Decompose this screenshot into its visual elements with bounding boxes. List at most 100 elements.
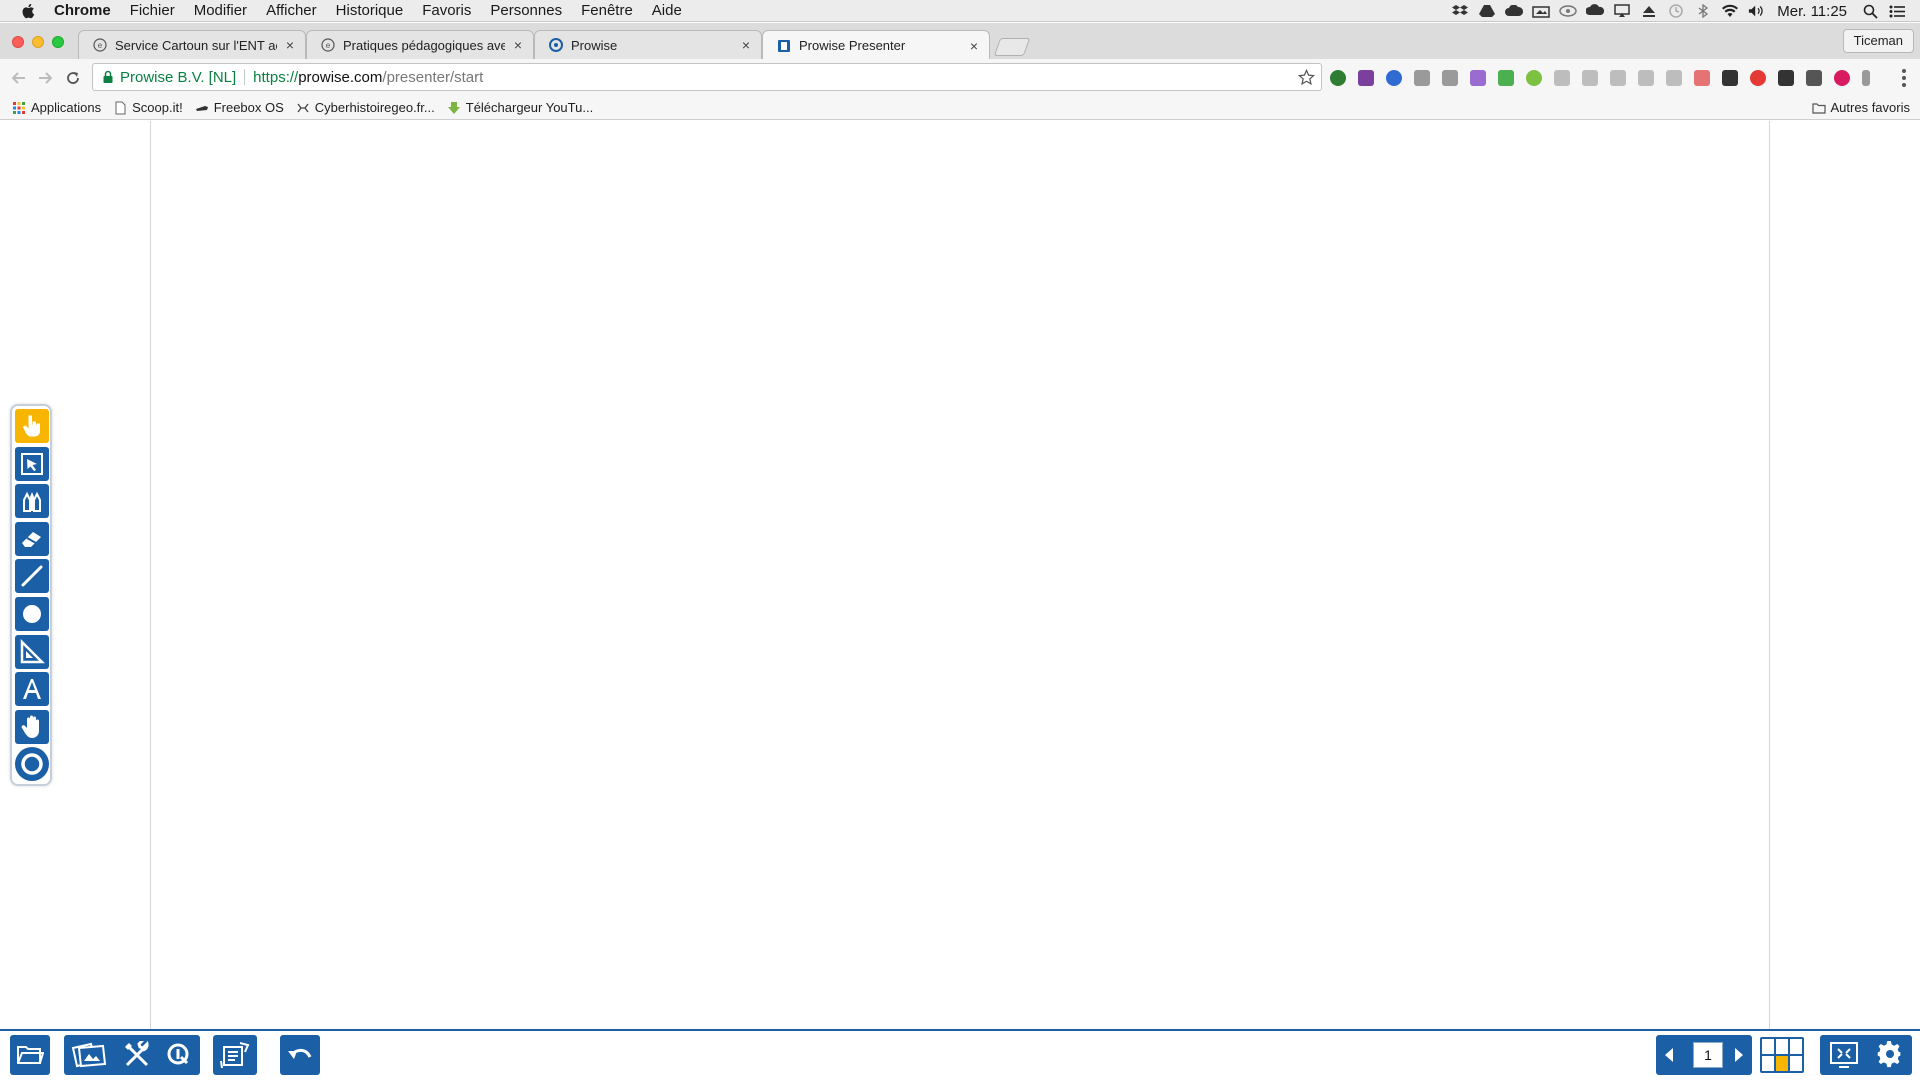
tab-close-icon[interactable]: × <box>511 38 525 52</box>
time-machine-icon[interactable] <box>1667 4 1685 18</box>
ext-evernote-icon[interactable] <box>1498 70 1514 86</box>
window-minimize-button[interactable] <box>32 36 44 48</box>
tab-prowise[interactable]: Prowise × <box>534 30 762 59</box>
folder-icon <box>1811 102 1826 114</box>
fullscreen-icon[interactable] <box>1829 1041 1859 1069</box>
menu-favoris[interactable]: Favoris <box>422 2 471 19</box>
menu-fichier[interactable]: Fichier <box>130 2 175 19</box>
menu-modifier[interactable]: Modifier <box>194 2 247 19</box>
wifi-icon[interactable] <box>1721 4 1739 18</box>
bookmark-star-icon[interactable] <box>1298 69 1315 86</box>
ext-grey-4-icon[interactable] <box>1638 70 1654 86</box>
ext-camera-icon[interactable] <box>1442 70 1458 86</box>
tools-wrench-icon[interactable] <box>123 1041 151 1069</box>
settings-gear-icon[interactable] <box>1876 1041 1904 1069</box>
pan-hand-tool[interactable] <box>15 709 49 744</box>
pens-tool[interactable] <box>15 484 49 519</box>
tab-pratiques-pedagogiques[interactable]: e Pratiques pédagogiques avec l × <box>306 30 534 59</box>
folder-open-icon <box>17 1046 44 1064</box>
line-tool[interactable] <box>15 559 49 594</box>
search-zoom-icon[interactable] <box>165 1041 193 1069</box>
ext-opera-icon[interactable] <box>1750 70 1766 86</box>
menu-personnes[interactable]: Personnes <box>490 2 562 19</box>
ext-grey-3-icon[interactable] <box>1582 70 1598 86</box>
address-bar[interactable]: Prowise B.V. [NL] https://prowise.com/pr… <box>92 63 1322 91</box>
creative-cloud-icon[interactable] <box>1559 4 1577 18</box>
bookmark-label: Téléchargeur YouTu... <box>465 100 594 115</box>
screenshot-icon[interactable] <box>1532 4 1550 18</box>
ext-k-icon[interactable] <box>1386 70 1402 86</box>
menu-fenetre[interactable]: Fenêtre <box>581 2 633 19</box>
ext-grey-2-icon[interactable] <box>1554 70 1570 86</box>
spotlight-icon[interactable] <box>1861 4 1879 19</box>
cloud-icon[interactable] <box>1505 4 1524 18</box>
chrome-menu-icon[interactable] <box>1902 69 1906 87</box>
line-icon <box>21 565 43 587</box>
back-arrow-icon[interactable] <box>8 67 30 89</box>
menu-app-name[interactable]: Chrome <box>54 2 111 19</box>
menu-afficher[interactable]: Afficher <box>266 2 317 19</box>
bookmark-scoopit[interactable]: Scoop.it! <box>113 100 183 115</box>
ruler-tool[interactable] <box>15 634 49 669</box>
forward-arrow-icon[interactable] <box>34 67 56 89</box>
window-zoom-button[interactable] <box>52 36 64 48</box>
notification-center-icon[interactable] <box>1888 4 1906 18</box>
ext-green-icon[interactable] <box>1330 70 1346 86</box>
menu-clock[interactable]: Mer. 11:25 <box>1777 3 1847 20</box>
ext-grey-1-icon[interactable] <box>1414 70 1430 86</box>
bookmark-telechargeur[interactable]: Téléchargeur YouTu... <box>447 100 593 115</box>
bookmark-cyberhistoiregeo[interactable]: Cyberhistoiregeo.fr... <box>296 100 435 115</box>
whiteboard-canvas[interactable] <box>150 121 1770 1029</box>
volume-icon[interactable] <box>1748 4 1766 18</box>
dropbox-icon[interactable] <box>1451 4 1469 18</box>
bluetooth-icon[interactable] <box>1694 4 1712 18</box>
page-number-field[interactable]: 1 <box>1693 1042 1723 1068</box>
profile-button[interactable]: Ticeman <box>1842 29 1914 53</box>
eject-icon[interactable] <box>1640 4 1658 18</box>
ext-qr-1-icon[interactable] <box>1722 70 1738 86</box>
text-tool[interactable] <box>15 672 49 707</box>
drive-icon[interactable] <box>1478 4 1496 18</box>
ext-pocket-icon[interactable] <box>1834 70 1850 86</box>
ext-qr-2-icon[interactable] <box>1778 70 1794 86</box>
ext-link-icon[interactable] <box>1694 70 1710 86</box>
bookmark-applications[interactable]: Applications <box>12 100 101 115</box>
media-library-icon[interactable] <box>71 1042 109 1068</box>
omnibox-divider <box>244 69 246 85</box>
tab-close-icon[interactable]: × <box>967 39 981 53</box>
tab-prowise-presenter[interactable]: Prowise Presenter × <box>762 30 990 60</box>
menu-aide[interactable]: Aide <box>652 2 682 19</box>
page-overview-grid[interactable] <box>1760 1037 1804 1073</box>
window-close-button[interactable] <box>12 36 24 48</box>
open-file-button[interactable] <box>10 1035 50 1075</box>
tab-close-icon[interactable]: × <box>283 38 297 52</box>
eraser-tool[interactable] <box>15 521 49 556</box>
other-bookmarks[interactable]: Autres favoris <box>1811 100 1910 115</box>
previous-page-icon[interactable] <box>1662 1046 1676 1064</box>
select-tool[interactable] <box>15 446 49 481</box>
ext-pin-icon[interactable] <box>1862 70 1870 86</box>
ext-dot-icon[interactable] <box>1526 70 1542 86</box>
next-page-icon[interactable] <box>1732 1046 1746 1064</box>
circle-menu-tool[interactable] <box>15 747 49 782</box>
sync-icon[interactable] <box>1586 4 1605 18</box>
svg-text:e: e <box>326 41 331 50</box>
secure-identity-label[interactable]: Prowise B.V. [NL] <box>120 69 236 86</box>
menu-historique[interactable]: Historique <box>336 2 404 19</box>
ext-onenote-icon[interactable] <box>1358 70 1374 86</box>
pointer-hand-tool[interactable] <box>15 409 49 443</box>
new-tab-button[interactable] <box>993 38 1031 56</box>
shape-tool[interactable] <box>15 596 49 631</box>
ext-box-icon[interactable] <box>1806 70 1822 86</box>
bookmark-freebox[interactable]: Freebox OS <box>195 100 284 115</box>
airplay-icon[interactable] <box>1613 4 1631 18</box>
tab-close-icon[interactable]: × <box>739 38 753 52</box>
undo-button[interactable] <box>280 1035 320 1075</box>
ext-rss-icon[interactable] <box>1666 70 1682 86</box>
page-transfer-button[interactable] <box>213 1035 257 1075</box>
apple-logo-icon[interactable] <box>20 2 38 20</box>
ext-n-icon[interactable] <box>1610 70 1626 86</box>
tab-service-cartoun[interactable]: e Service Cartoun sur l'ENT aca × <box>78 30 306 59</box>
ext-pen-icon[interactable] <box>1470 70 1486 86</box>
reload-icon[interactable] <box>62 67 84 89</box>
